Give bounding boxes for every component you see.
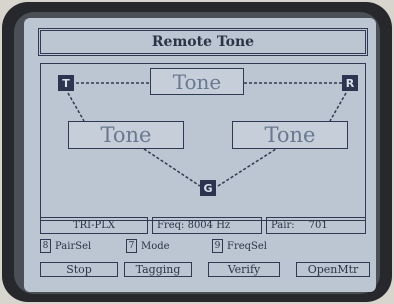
softkey-pairsel[interactable]: 8 PairSel (40, 239, 91, 253)
link-r-right (329, 92, 347, 122)
lcd-screen: Remote Tone Tone Tone Tone T R G TRI-PLX… (24, 18, 376, 292)
openmtr-button[interactable]: OpenMtr (296, 262, 370, 277)
verify-button[interactable]: Verify (208, 262, 280, 277)
link-t-left (67, 92, 85, 122)
node-t-marker: T (58, 75, 74, 91)
stop-button-label: Stop (66, 263, 92, 276)
node-g-marker: G (200, 180, 216, 196)
softkey-label: FreqSel (227, 240, 268, 252)
status-mode-text: TRI-PLX (72, 220, 116, 231)
openmtr-button-label: OpenMtr (307, 263, 359, 276)
status-pair: Pair: 701 (266, 217, 366, 234)
node-t-label: T (62, 76, 70, 90)
status-mode: TRI-PLX (40, 217, 148, 234)
key-number: 7 (126, 239, 137, 253)
status-freq-text: Freq: 8004 Hz (157, 220, 231, 231)
key-number: 9 (212, 239, 223, 253)
node-g-label: G (203, 181, 213, 195)
softkey-label: Mode (141, 240, 170, 252)
verify-button-label: Verify (227, 263, 261, 276)
status-frequency: Freq: 8004 Hz (152, 217, 262, 234)
softkey-label: PairSel (55, 240, 92, 252)
softkey-mode[interactable]: 7 Mode (126, 239, 170, 253)
status-pair-label: Pair: (271, 220, 295, 231)
node-r-marker: R (342, 75, 358, 91)
device-frame: Remote Tone Tone Tone Tone T R G TRI-PLX… (2, 2, 392, 302)
tone-box-right: Tone (232, 121, 348, 149)
softkey-freqsel[interactable]: 9 FreqSel (212, 239, 267, 253)
stop-button[interactable]: Stop (40, 262, 118, 277)
tone-box-top: Tone (150, 68, 244, 95)
tagging-button[interactable]: Tagging (124, 262, 192, 277)
tone-label-top: Tone (172, 69, 222, 94)
status-pair-value: 701 (308, 220, 328, 231)
tone-label-right: Tone (264, 123, 316, 147)
link-left-g (143, 148, 201, 187)
tone-label-left: Tone (100, 123, 152, 147)
tone-box-left: Tone (68, 121, 184, 149)
node-r-label: R (345, 76, 355, 90)
tagging-button-label: Tagging (135, 263, 181, 276)
key-number: 8 (40, 239, 51, 253)
link-g-right (217, 148, 277, 187)
